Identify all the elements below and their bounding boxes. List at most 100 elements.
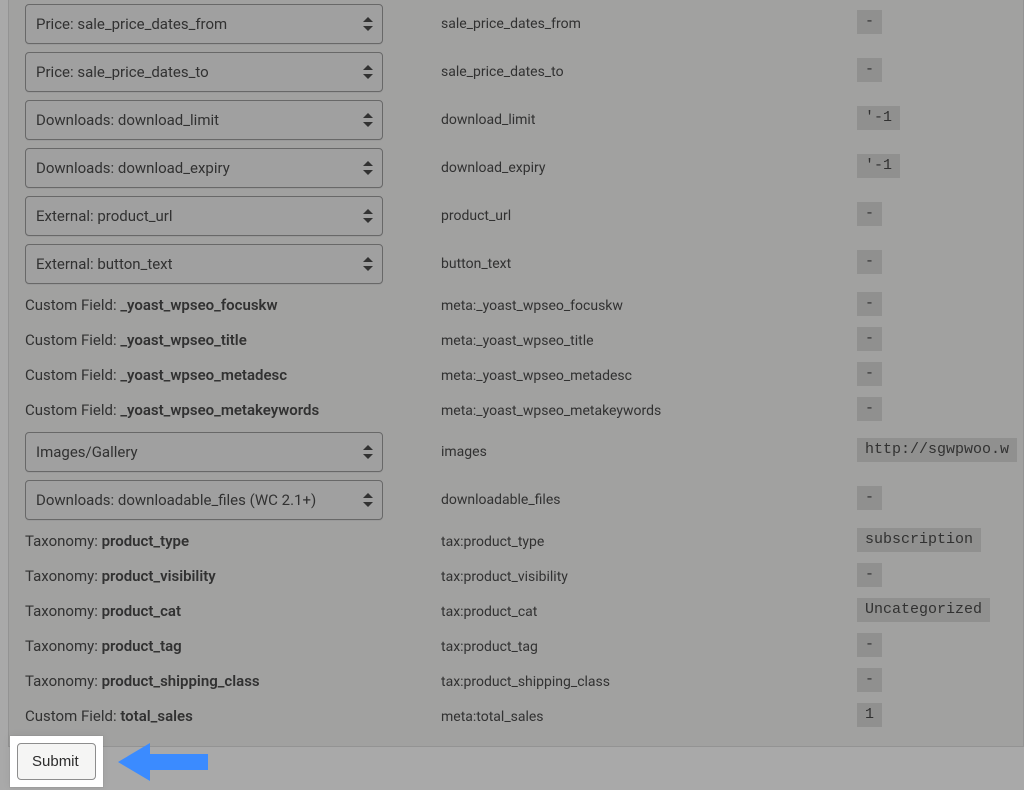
field-static-label: Taxonomy: product_visibility	[25, 562, 431, 591]
sort-icon	[362, 493, 374, 507]
field-key-bold: product_cat	[102, 602, 181, 620]
select-label: Downloads: download_limit	[36, 111, 219, 129]
field-name: product_url	[441, 208, 511, 224]
field-name: tax:product_tag	[441, 639, 538, 655]
field-static-label: Custom Field: _yoast_wpseo_metakeywords	[25, 396, 431, 425]
mapping-row: External: button_text button_text -	[9, 240, 1023, 288]
mapping-row: Downloads: download_expiry download_expir…	[9, 144, 1023, 192]
sample-value: -	[857, 486, 882, 510]
mapping-row: Price: sale_price_dates_from sale_price_d…	[9, 0, 1023, 48]
field-select[interactable]: Downloads: download_expiry	[25, 148, 383, 188]
field-select[interactable]: Downloads: downloadable_files (WC 2.1+)	[25, 480, 383, 520]
mapping-panel: Price: sale_price_dates_from sale_price_d…	[8, 0, 1024, 747]
field-name: tax:product_cat	[441, 604, 537, 620]
field-name: meta:total_sales	[441, 709, 544, 725]
field-name: download_expiry	[441, 160, 545, 176]
mapping-row: Custom Field: _yoast_wpseo_metadesc meta:…	[9, 358, 1023, 393]
mapping-row: Downloads: download_limitdownload_limit'…	[9, 96, 1023, 144]
field-prefix: Custom Field:	[25, 296, 120, 314]
mapping-row: External: product_url product_url -	[9, 192, 1023, 240]
sample-value: subscription	[857, 528, 981, 552]
submit-button[interactable]: Submit	[17, 743, 96, 780]
sample-value: -	[857, 397, 882, 421]
sort-icon	[362, 17, 374, 31]
sample-value: '-1	[857, 154, 900, 178]
sample-value: -	[857, 563, 882, 587]
field-static-label: Custom Field: _yoast_wpseo_title	[25, 326, 431, 355]
sample-value: http://sgwpwoo.w	[857, 438, 1017, 462]
sample-value: -	[857, 250, 882, 274]
field-select[interactable]: Price: sale_price_dates_from	[25, 4, 383, 44]
field-name: sale_price_dates_from	[441, 16, 581, 32]
sample-value: -	[857, 58, 882, 82]
sort-icon	[362, 161, 374, 175]
sort-icon	[362, 65, 374, 79]
field-select[interactable]: Images/Gallery	[25, 432, 383, 472]
field-select[interactable]: Price: sale_price_dates_to	[25, 52, 383, 92]
field-name: sale_price_dates_to	[441, 64, 564, 80]
sample-value: -	[857, 362, 882, 386]
field-static-label: Custom Field: _yoast_wpseo_focuskw	[25, 291, 431, 320]
mapping-row: Custom Field: _yoast_wpseo_focuskw meta:_…	[9, 288, 1023, 323]
field-select[interactable]: Downloads: download_limit	[25, 100, 383, 140]
select-label: Downloads: downloadable_files (WC 2.1+)	[36, 491, 316, 509]
field-prefix: Custom Field:	[25, 707, 120, 725]
field-key-bold: _yoast_wpseo_metakeywords	[120, 401, 319, 419]
field-static-label: Custom Field: total_sales	[25, 702, 431, 731]
field-prefix: Custom Field:	[25, 331, 120, 349]
sort-icon	[362, 113, 374, 127]
mapping-row: Taxonomy: product_shipping_classtax:prod…	[9, 664, 1023, 699]
mapping-row: Taxonomy: product_type tax:product_type su…	[9, 524, 1023, 559]
field-name: button_text	[441, 256, 511, 272]
select-label: Images/Gallery	[36, 443, 138, 461]
field-static-label: Custom Field: _yoast_wpseo_metadesc	[25, 361, 431, 390]
mapping-row: Taxonomy: product_cat tax:product_cat Unca…	[9, 594, 1023, 629]
field-static-label: Taxonomy: product_type	[25, 527, 431, 556]
sample-value: -	[857, 10, 882, 34]
field-name: meta:_yoast_wpseo_metadesc	[441, 368, 632, 384]
field-key-bold: product_visibility	[102, 567, 216, 585]
field-name: meta:_yoast_wpseo_title	[441, 333, 594, 349]
field-prefix: Custom Field:	[25, 401, 120, 419]
mapping-row: Custom Field: _yoast_wpseo_metakeywords m…	[9, 393, 1023, 428]
field-key-bold: _yoast_wpseo_metadesc	[120, 366, 287, 384]
select-label: Price: sale_price_dates_from	[36, 15, 227, 33]
field-select[interactable]: External: button_text	[25, 244, 383, 284]
field-name: tax:product_visibility	[441, 569, 568, 585]
field-key-bold: _yoast_wpseo_focuskw	[120, 296, 277, 314]
field-name: tax:product_type	[441, 534, 544, 550]
field-key-bold: _yoast_wpseo_title	[120, 331, 246, 349]
field-name: meta:_yoast_wpseo_metakeywords	[441, 403, 661, 419]
sample-value: Uncategorized	[857, 598, 990, 622]
mapping-row: Price: sale_price_dates_to sale_price_dat…	[9, 48, 1023, 96]
field-name: downloadable_files	[441, 492, 560, 508]
field-prefix: Taxonomy:	[25, 672, 102, 690]
mapping-row: Custom Field: _yoast_wpseo_title meta:_yo…	[9, 323, 1023, 358]
select-label: External: product_url	[36, 207, 173, 225]
sample-value: '-1	[857, 106, 900, 130]
sample-value: -	[857, 292, 882, 316]
field-key-bold: total_sales	[120, 707, 192, 725]
field-prefix: Taxonomy:	[25, 637, 102, 655]
field-name: meta:_yoast_wpseo_focuskw	[441, 298, 623, 314]
sample-value: -	[857, 668, 882, 692]
field-key-bold: product_type	[102, 532, 190, 550]
sort-icon	[362, 257, 374, 271]
field-prefix: Taxonomy:	[25, 602, 102, 620]
sort-icon	[362, 445, 374, 459]
submit-highlight-wrap: Submit	[10, 736, 103, 787]
field-static-label: Taxonomy: product_shipping_class	[25, 667, 431, 696]
mapping-row: Images/Gallery images http://sgwpwoo.w	[9, 428, 1023, 476]
select-label: Downloads: download_expiry	[36, 159, 230, 177]
field-prefix: Taxonomy:	[25, 532, 102, 550]
field-name: images	[441, 444, 487, 460]
field-static-label: Taxonomy: product_cat	[25, 597, 431, 626]
field-key-bold: product_shipping_class	[102, 672, 260, 690]
mapping-row: Custom Field: total_sales meta:total_sale…	[9, 699, 1023, 734]
field-key-bold: product_tag	[102, 637, 182, 655]
sample-value: -	[857, 327, 882, 351]
sample-value: -	[857, 202, 882, 226]
field-select[interactable]: External: product_url	[25, 196, 383, 236]
mapping-row: Taxonomy: product_tagtax:product_tag-	[9, 629, 1023, 664]
mapping-row: Taxonomy: product_visibility tax:product_…	[9, 559, 1023, 594]
